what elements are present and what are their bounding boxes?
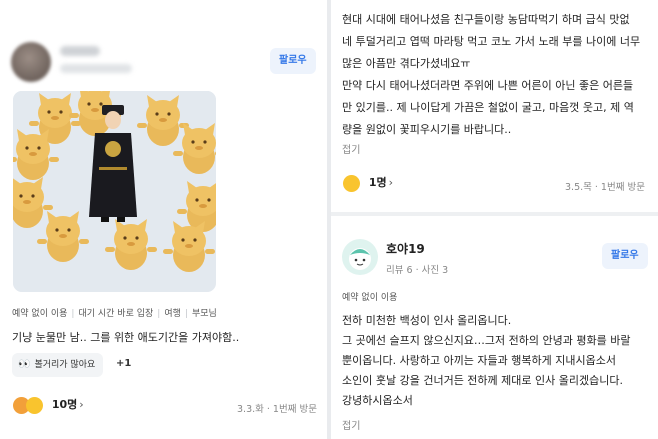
- chevron-right-icon: ›: [79, 398, 84, 411]
- reactions-button[interactable]: 10명 ›: [13, 396, 84, 418]
- laughing-emoji-icon: [26, 396, 43, 414]
- review-tags: 예약 없이 이용 | 대기 시간 바로 입장 | 여행 | 부모님: [12, 309, 217, 319]
- review-text-line: 만 있기를.. 제 나이답게 가끔은 철없이 굴고, 마음껏 웃고, 제 역: [342, 101, 634, 114]
- tag-travel: 여행: [164, 309, 181, 319]
- keyword-chip[interactable]: 👀 볼거리가 많아요: [12, 353, 104, 377]
- review-text-line: 네 투덜거리고 엽떡 마라탕 먹고 코노 가서 노래 부를 나이에 너무: [342, 35, 641, 48]
- follow-button[interactable]: 팔로우: [602, 243, 648, 269]
- reviewer-avatar[interactable]: [342, 239, 378, 275]
- left-review-card: 팔로우 예약 없이 이용 | 대기 시간 바로 입장 | 여행 | 부모님 기냥…: [0, 0, 327, 439]
- review-separator: [331, 212, 658, 216]
- keyword-chip-label: 볼거리가 많아요: [34, 360, 96, 370]
- reviewer-meta-blurred: [60, 64, 132, 73]
- review-text-line: 현대 시대에 태어나셨음 친구들이랑 농담따먹기 하며 급식 맛없: [342, 13, 630, 26]
- reviewer-name-blurred: [60, 46, 100, 56]
- review-text-line: 그 곳에선 슬프지 않으신지요…그저 전하의 안녕과 평화를 바랄: [342, 334, 631, 347]
- reviewer-avatar-blurred[interactable]: [11, 42, 51, 82]
- tag-parents: 부모님: [191, 309, 217, 319]
- reactions-button[interactable]: 1명 ›: [343, 174, 393, 196]
- review-photo[interactable]: [13, 91, 216, 292]
- visit-info: 3.5.목 · 1번째 방문: [565, 182, 645, 193]
- review-text-line: 많은 아픔만 겪다가셨네요ㅠ: [342, 57, 471, 70]
- review-tag: 예약 없이 이용: [342, 293, 398, 303]
- reactions-count: 10명: [51, 398, 78, 411]
- follow-button[interactable]: 팔로우: [270, 48, 316, 74]
- reviewer-avatar-illustration: [349, 248, 371, 270]
- visit-info: 3.3.화 · 1번째 방문: [237, 404, 317, 415]
- review-text-line: 량을 원없이 꽃피우시기를 바랍니다..: [342, 123, 512, 136]
- reactions-count: 1명: [368, 176, 387, 189]
- review-text-line: 뿐이옵니다. 사랑하고 아끼는 자들과 행복하게 지내시옵소서: [342, 354, 616, 367]
- fold-button[interactable]: 접기: [342, 141, 360, 156]
- more-keywords-button[interactable]: +1: [116, 358, 131, 369]
- review-text-line: 전하 미천한 백성이 인사 올리옵니다.: [342, 314, 512, 327]
- review-text-line: 강녕하시옵소서: [342, 394, 413, 407]
- review-text: 기냥 눈물만 남.. 그를 위한 애도기간을 가져야함..: [12, 331, 240, 344]
- eyes-icon: 👀: [18, 359, 31, 370]
- review-text-line: 소인이 훗날 강을 건너거든 전하께 제대로 인사 올리겠습니다.: [342, 374, 623, 387]
- tag-wait-time: 대기 시간 바로 입장: [78, 309, 154, 319]
- review-text-line: 만약 다시 태어나셨더라면 주위에 나쁜 어른이 아닌 좋은 어른들: [342, 79, 634, 92]
- fold-button[interactable]: 접기: [342, 417, 360, 432]
- reviewer-meta: 리뷰 6 · 사진 3: [386, 265, 449, 276]
- reviewer-name[interactable]: 호야19: [386, 240, 425, 257]
- laughing-emoji-icon: [343, 174, 360, 192]
- chevron-right-icon: ›: [388, 176, 394, 189]
- tag-reservation: 예약 없이 이용: [12, 309, 68, 319]
- review-photo-illustration: [13, 91, 216, 292]
